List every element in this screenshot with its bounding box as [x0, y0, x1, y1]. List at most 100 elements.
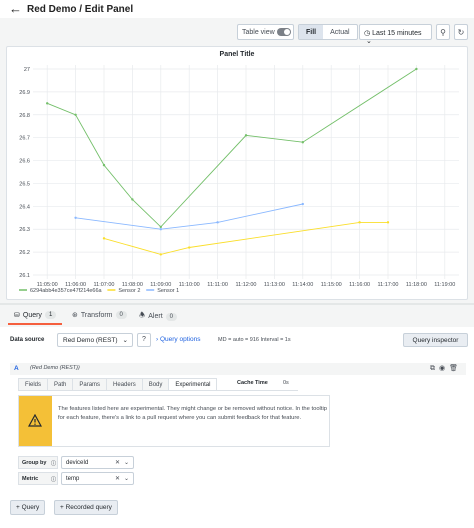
subtab-fields[interactable]: Fields — [18, 378, 49, 390]
time-range-picker[interactable]: ◷ Last 15 minutes ⌄ — [359, 24, 432, 45]
trash-icon[interactable]: 🗑 — [449, 365, 462, 372]
warning-text: The features listed here are experimenta… — [58, 406, 327, 421]
legend-label: Sensor 1 — [157, 288, 179, 294]
subtab-body[interactable]: Body — [141, 378, 170, 390]
x-tick-label: 11:11:00 — [207, 282, 228, 288]
x-tick-label: 11:17:00 — [377, 282, 398, 288]
close-icon[interactable]: ✕ — [115, 459, 120, 466]
group-by-field: Group by ⓘ deviceId ✕ ⌄ — [18, 456, 148, 469]
y-tick-label: 26.5 — [19, 181, 30, 187]
query-row-letter: A — [14, 365, 19, 372]
metric-label-text: Metric — [22, 476, 39, 482]
subtab-path[interactable]: Path — [47, 378, 74, 390]
data-source-picker[interactable]: Red Demo (REST) ⌄ — [57, 333, 133, 347]
data-point — [46, 102, 49, 105]
help-icon[interactable]: ? — [137, 333, 151, 347]
query-options-label: Query options — [159, 336, 201, 343]
data-point — [358, 221, 361, 224]
pane-splitter[interactable] — [0, 303, 474, 305]
chevron-down-icon: ⌄ — [122, 337, 128, 344]
subtab-experimental[interactable]: Experimental — [168, 378, 218, 390]
transform-icon: ⊛ — [72, 312, 78, 319]
y-tick-label: 26.8 — [19, 113, 30, 119]
close-icon[interactable]: ✕ — [115, 475, 120, 482]
info-icon: ⓘ — [51, 477, 57, 483]
subtab-params[interactable]: Params — [72, 378, 108, 390]
chevron-down-icon: ⌄ — [123, 476, 129, 482]
group-by-select[interactable]: deviceId ✕ ⌄ — [61, 456, 134, 469]
plus-icon: + — [60, 504, 64, 511]
recorded-query-label: Recorded query — [65, 504, 112, 511]
query-row-actions: ⧉◉🗑 — [430, 364, 462, 373]
metric-field: Metric ⓘ temp ✕ ⌄ — [18, 472, 148, 485]
data-point — [159, 228, 162, 231]
metric-value: temp — [66, 476, 80, 482]
panel-preview: Panel Title 26.1 26.2 26.3 26.4 26.5 26.6 26.7… — [6, 46, 468, 300]
table-view-label: Table view — [242, 29, 275, 36]
data-point — [216, 221, 219, 224]
data-point — [102, 237, 106, 240]
query-row-header[interactable]: A (Red Demo (REST)) ⧉◉🗑 — [10, 363, 466, 375]
group-by-value: deviceId — [66, 460, 89, 466]
data-source-value: Red Demo (REST) — [63, 337, 118, 344]
fill-button[interactable]: Fill — [299, 25, 324, 39]
y-tick-label: 26.1 — [19, 273, 30, 279]
toggle-switch[interactable] — [277, 28, 291, 36]
data-point — [301, 202, 304, 206]
tab-alert[interactable]: 🕭 Alert 0 — [139, 311, 178, 322]
x-tick-label: 11:15:00 — [321, 282, 342, 288]
x-tick-label: 11:16:00 — [349, 282, 370, 288]
tab-query-label: Query — [22, 311, 42, 319]
data-point — [301, 141, 304, 144]
group-by-label-text: Group by — [22, 460, 47, 466]
experimental-warning: The features listed here are experimenta… — [18, 395, 330, 447]
plus-icon: + — [16, 504, 20, 511]
query-row-datasource: (Red Demo (REST)) — [30, 365, 80, 371]
query-options-meta: MD = auto = 916 Interval = 1s — [218, 337, 291, 343]
legend-label: Sensor 2 — [118, 288, 140, 294]
time-range-label: Last 15 minutes — [372, 30, 422, 37]
x-tick-label: 11:10:00 — [179, 282, 200, 288]
metric-select[interactable]: temp ✕ ⌄ — [61, 472, 134, 485]
zoom-out-icon[interactable]: ⚲ — [436, 24, 450, 40]
chevron-down-icon: ⌄ — [366, 38, 372, 45]
fill-actual-switch: Fill Actual — [298, 24, 358, 40]
group-by-label: Group by ⓘ — [18, 456, 58, 469]
y-tick-label: 26.3 — [19, 227, 30, 233]
subtab-headers[interactable]: Headers — [106, 378, 143, 390]
eye-icon[interactable]: ◉ — [439, 365, 449, 372]
refresh-icon[interactable]: ↻ — [454, 24, 468, 40]
add-recorded-query-button[interactable]: + Recorded query — [54, 500, 118, 515]
x-tick-label: 11:14:00 — [292, 282, 313, 288]
query-options-button[interactable]: › Query options — [156, 336, 200, 343]
arrow-left-icon[interactable]: ← — [9, 2, 22, 15]
metric-label: Metric ⓘ — [18, 472, 58, 485]
data-point — [188, 246, 191, 249]
top-bar: ← Red Demo / Edit Panel — [0, 0, 474, 18]
tab-alert-count: 0 — [165, 312, 178, 321]
tab-transform[interactable]: ⊛ Transform 0 — [72, 311, 127, 319]
data-point — [386, 221, 390, 224]
series-line — [47, 68, 417, 228]
data-source-label: Data source — [10, 337, 45, 343]
y-tick-label: 26.7 — [19, 136, 30, 142]
data-point — [74, 113, 77, 116]
cache-time-label: Cache Time — [237, 380, 268, 386]
bell-icon: 🕭 — [139, 312, 146, 319]
actual-button[interactable]: Actual — [323, 25, 356, 39]
tab-transform-label: Transform — [80, 311, 113, 319]
legend-label: 6294abb4e357ce47f214e66a — [30, 288, 103, 294]
data-point — [244, 134, 248, 137]
copy-icon[interactable]: ⧉ — [430, 365, 439, 372]
table-view-toggle[interactable]: Table view — [237, 24, 294, 40]
cache-time-input[interactable]: 0s — [283, 380, 289, 386]
data-point — [102, 163, 106, 167]
tab-query[interactable]: ⛁ Query 1 — [7, 311, 63, 325]
y-tick-label: 26.9 — [19, 90, 30, 96]
query-inspector-button[interactable]: Query inspector — [403, 333, 468, 347]
data-source-row: Data source Red Demo (REST) ⌄ ? › Query … — [10, 333, 468, 349]
y-tick-label: 27 — [24, 67, 30, 73]
x-tick-label: 11:19:00 — [434, 282, 455, 288]
add-query-button[interactable]: + Query — [10, 500, 46, 515]
data-point — [159, 253, 162, 256]
